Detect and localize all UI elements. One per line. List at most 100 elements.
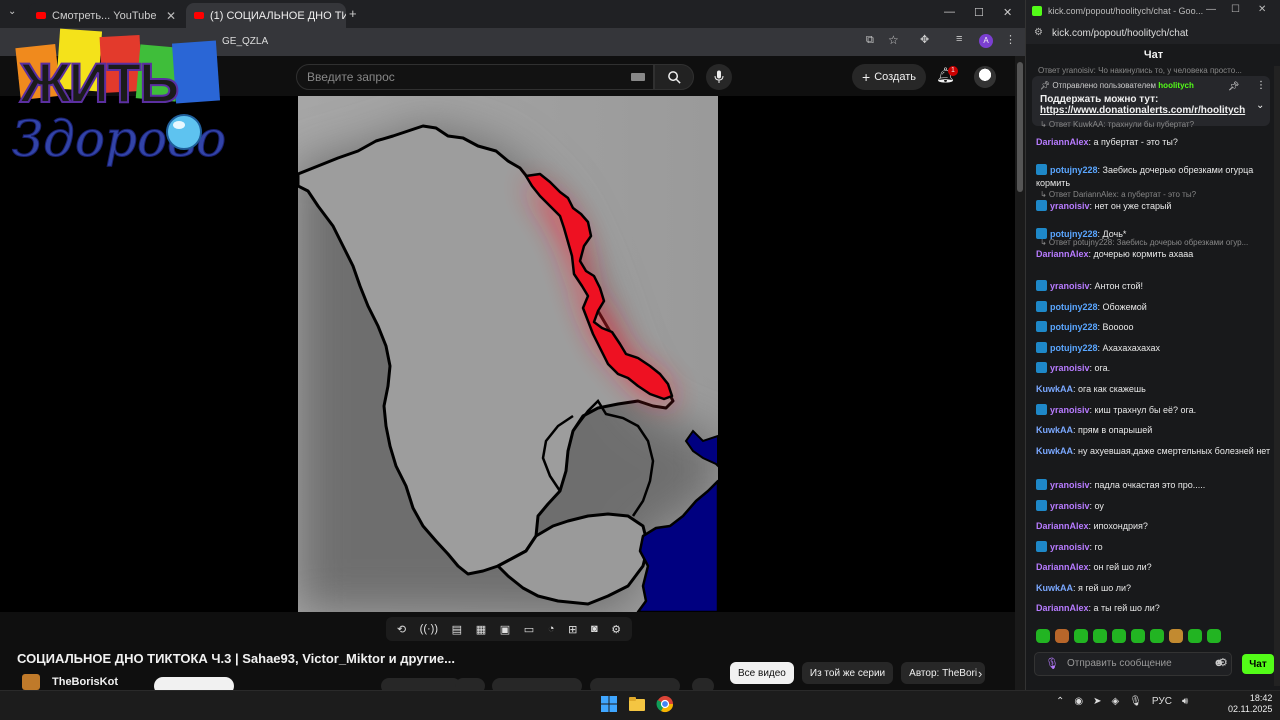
maximize-icon[interactable]: ☐ bbox=[1231, 4, 1240, 15]
emote-icon[interactable] bbox=[1074, 629, 1088, 643]
chat-scrollbar[interactable] bbox=[1274, 66, 1280, 686]
emote-icon[interactable] bbox=[1169, 629, 1183, 643]
search-button[interactable] bbox=[654, 64, 694, 90]
scrollbar-thumb[interactable] bbox=[1017, 62, 1023, 192]
chat-username[interactable]: KuwkAA bbox=[1036, 583, 1073, 593]
chip-all-videos[interactable]: Все видео bbox=[730, 662, 794, 684]
close-window-icon[interactable]: ✕ bbox=[1003, 6, 1012, 19]
download-button[interactable] bbox=[590, 678, 680, 690]
frame-step-icon[interactable]: ⊞ bbox=[568, 623, 577, 636]
pinned-menu-icon[interactable]: ⋮ bbox=[1256, 80, 1266, 91]
gear-icon[interactable]: ⚙ bbox=[611, 623, 621, 636]
chat-username[interactable]: potujny228 bbox=[1050, 165, 1098, 175]
dislike-button[interactable] bbox=[455, 678, 485, 690]
bookmark-star-icon[interactable]: ☆ bbox=[888, 33, 899, 47]
emote-icon[interactable] bbox=[1112, 629, 1126, 643]
emote-icon[interactable] bbox=[1055, 629, 1069, 643]
send-chat-button[interactable]: Чат bbox=[1242, 654, 1274, 674]
taskbar-clock[interactable]: 18:42 02.11.2025 bbox=[1228, 693, 1272, 715]
tray-expand-chevron-icon[interactable]: ⌃ bbox=[1056, 696, 1064, 707]
more-actions-button[interactable] bbox=[692, 678, 714, 690]
close-tab-icon[interactable]: ✕ bbox=[166, 9, 176, 23]
minimize-icon[interactable]: — bbox=[1206, 4, 1216, 15]
subscribe-button[interactable] bbox=[154, 677, 234, 690]
chat-username[interactable]: DariannAlex bbox=[1036, 249, 1089, 259]
chat-username[interactable]: potujny228 bbox=[1050, 343, 1098, 353]
profile-icon[interactable]: A bbox=[979, 34, 993, 48]
voice-search-button[interactable] bbox=[706, 64, 732, 90]
chat-username[interactable]: yranoisiv bbox=[1050, 480, 1090, 490]
chat-username[interactable]: yranoisiv bbox=[1050, 405, 1090, 415]
chat-username[interactable]: potujny228 bbox=[1050, 322, 1098, 332]
emote-icon[interactable] bbox=[1131, 629, 1145, 643]
chat-message-input[interactable]: 🎙︎ Отправить сообщение ☻ bbox=[1034, 652, 1232, 676]
playlist-icon[interactable]: ▤ bbox=[452, 623, 462, 636]
chip-same-series[interactable]: Из той же серии bbox=[801, 662, 894, 684]
chat-username[interactable]: DariannAlex bbox=[1036, 603, 1089, 613]
browser-menu-icon[interactable]: ⋮ bbox=[1005, 33, 1016, 46]
chat-username[interactable]: KuwkAA bbox=[1036, 384, 1073, 394]
chat-settings-gear-icon[interactable]: ⚙ bbox=[1218, 656, 1228, 669]
emote-icon[interactable] bbox=[1036, 629, 1050, 643]
emote-icon[interactable] bbox=[1188, 629, 1202, 643]
chat-username[interactable]: yranoisiv bbox=[1050, 201, 1090, 211]
volume-icon[interactable]: 🔊︎ bbox=[1182, 696, 1188, 707]
chat-username[interactable]: yranoisiv bbox=[1050, 281, 1090, 291]
chat-username[interactable]: DariannAlex bbox=[1036, 137, 1089, 147]
minimize-icon[interactable]: — bbox=[944, 6, 955, 18]
maximize-icon[interactable]: ☐ bbox=[974, 6, 984, 19]
channel-avatar[interactable] bbox=[22, 674, 40, 690]
tray-app-icon[interactable]: ◈ bbox=[1112, 696, 1120, 707]
tab-watch-youtube[interactable]: Смотреть... YouTube ✕ bbox=[28, 3, 184, 28]
tab-active-video[interactable]: (1) СОЦИАЛЬНОЕ ДНО ТИ ✕ bbox=[186, 3, 346, 28]
picture-in-picture-icon[interactable]: ▣ bbox=[500, 623, 510, 636]
hamburger-menu-icon[interactable]: ≡ bbox=[18, 68, 27, 85]
new-tab-button[interactable]: + bbox=[349, 6, 357, 21]
chrome-icon[interactable] bbox=[656, 695, 674, 713]
chat-username[interactable]: DariannAlex bbox=[1036, 562, 1089, 572]
share-button[interactable] bbox=[492, 678, 582, 690]
telegram-icon[interactable]: ➤ bbox=[1093, 696, 1101, 707]
steam-icon[interactable]: ◉ bbox=[1074, 696, 1083, 707]
tab-list-chevron-icon[interactable]: ⌄ bbox=[8, 6, 16, 17]
media-control-icon[interactable]: ≡ bbox=[956, 33, 962, 45]
chat-address-bar[interactable]: ⚙ kick.com/popout/hoolitych/chat bbox=[1026, 22, 1280, 44]
keyboard-icon[interactable] bbox=[631, 73, 645, 81]
language-indicator[interactable]: РУС bbox=[1152, 696, 1172, 707]
create-button[interactable]: + Создать bbox=[852, 64, 926, 90]
youtube-logo-icon[interactable] bbox=[50, 70, 70, 84]
speed-gauge-icon[interactable]: ◔ bbox=[548, 623, 555, 635]
chat-username[interactable]: yranoisiv bbox=[1050, 501, 1090, 511]
screenshot-camera-icon[interactable]: ◙ bbox=[591, 623, 598, 635]
windows-start-icon[interactable] bbox=[600, 695, 618, 713]
pinned-user[interactable]: hoolitych bbox=[1158, 81, 1194, 90]
chat-username[interactable]: KuwkAA bbox=[1036, 446, 1073, 456]
chat-username[interactable]: yranoisiv bbox=[1050, 363, 1090, 373]
chip-by-author[interactable]: Автор: TheBori bbox=[901, 662, 986, 684]
youtube-logo-text[interactable]: YouTube bbox=[73, 69, 124, 84]
emote-icon[interactable] bbox=[1150, 629, 1164, 643]
clip-icon[interactable]: ▦ bbox=[476, 623, 486, 636]
chat-username[interactable]: KuwkAA bbox=[1036, 425, 1073, 435]
address-bar[interactable]: GE_QZLA ⧉ ☆ ✥ ≡ A ⋮ bbox=[0, 28, 1025, 56]
loop-icon[interactable]: ⟲ bbox=[397, 623, 406, 636]
emote-icon[interactable] bbox=[1207, 629, 1221, 643]
subtitles-icon[interactable]: ▭ bbox=[524, 623, 534, 636]
microphone-tray-icon[interactable]: 🎙︎ bbox=[1129, 696, 1142, 707]
file-explorer-icon[interactable] bbox=[628, 695, 646, 713]
emote-icon[interactable] bbox=[1093, 629, 1107, 643]
chips-next-chevron-icon[interactable]: › bbox=[978, 666, 982, 681]
microphone-icon[interactable]: 🎙︎ bbox=[1045, 657, 1059, 670]
pinned-link[interactable]: https://www.donationalerts.com/r/hoolity… bbox=[1040, 105, 1262, 116]
unpin-icon[interactable]: 📌︎ bbox=[1228, 81, 1239, 92]
chat-username[interactable]: DariannAlex bbox=[1036, 521, 1089, 531]
chat-username[interactable]: potujny228 bbox=[1050, 302, 1098, 312]
close-window-icon[interactable]: ✕ bbox=[1258, 4, 1266, 15]
search-input[interactable]: Введите запрос bbox=[296, 64, 654, 90]
expand-chevron-icon[interactable]: ⌄ bbox=[1256, 100, 1264, 111]
audio-wave-icon[interactable]: ((·)) bbox=[420, 623, 438, 635]
chat-username[interactable]: yranoisiv bbox=[1050, 542, 1090, 552]
extensions-icon[interactable]: ✥ bbox=[920, 33, 929, 46]
account-avatar[interactable] bbox=[974, 66, 996, 88]
site-info-icon[interactable]: ⚙ bbox=[1034, 27, 1043, 38]
